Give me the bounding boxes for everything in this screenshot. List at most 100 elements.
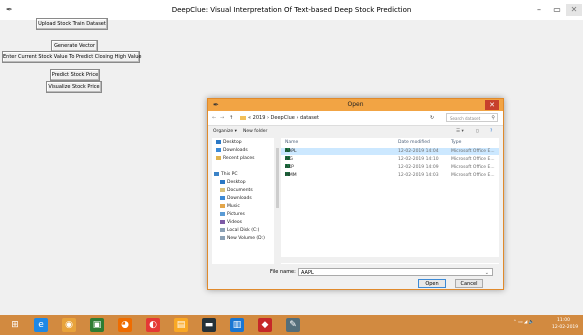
nav-item-label: Desktop [223, 140, 242, 145]
clock-date[interactable]: 12-02-2019 [552, 325, 578, 330]
nav-item-label: Videos [227, 220, 242, 225]
terminal-icon[interactable]: ▬ [202, 318, 216, 332]
firefox-icon[interactable]: ◕ [118, 318, 132, 332]
recent-places-icon [216, 155, 221, 160]
back-icon[interactable]: ← [212, 114, 216, 122]
scrollbar-thumb[interactable] [276, 148, 279, 208]
column-header-type[interactable]: Type [451, 139, 461, 146]
dialog-close-button[interactable]: ✕ [485, 100, 499, 110]
search-icon: ⚲ [491, 115, 495, 121]
file-date: 12-02-2019 14:09 [398, 165, 439, 170]
forward-icon[interactable]: → [220, 114, 224, 122]
dialog-toolbar: Organize ▾ New folder ☰ ▾ ▯ ? [208, 126, 503, 137]
file-date: 12-02-2019 14:03 [398, 173, 439, 178]
search-placeholder: Search dataset [450, 116, 481, 121]
file-name: AIG [285, 157, 293, 162]
clock-time[interactable]: 11:00 [557, 318, 570, 323]
nav-item-music[interactable]: Music [220, 203, 240, 210]
media-icon[interactable]: ◐ [146, 318, 160, 332]
address-bar: ← → ↑ « 2019 › DeepClue › dataset ↻ Sear… [208, 111, 503, 126]
file-row[interactable]: AXP 12-02-2019 14:09 Microsoft Office E.… [281, 164, 499, 171]
visualize-price-button[interactable]: Visualize Stock Price [46, 81, 102, 93]
disk-icon [220, 227, 225, 232]
close-button[interactable]: ✕ [566, 4, 582, 16]
file-date: 12-02-2019 14:10 [398, 157, 439, 162]
cancel-button[interactable]: Cancel [455, 279, 483, 288]
nav-item-label: Pictures [227, 212, 245, 217]
nav-item-videos[interactable]: Videos [220, 219, 242, 226]
chrome-icon[interactable]: ◉ [62, 318, 76, 332]
navigation-scrollbar[interactable] [275, 138, 280, 264]
file-date: 12-02-2019 14:04 [398, 149, 439, 154]
feather-app-icon[interactable]: ✎ [286, 318, 300, 332]
file-type: Microsoft Office E... [451, 165, 495, 170]
nav-item-label: Downloads [227, 196, 252, 201]
preview-pane-icon[interactable]: ▯ [476, 128, 478, 135]
music-icon [220, 203, 225, 208]
file-type: Microsoft Office E... [451, 157, 495, 162]
nav-item-documents[interactable]: Documents [220, 187, 253, 194]
column-header-name[interactable]: Name [285, 139, 298, 146]
file-name: AXP [285, 165, 294, 170]
breadcrumb[interactable]: « 2019 › DeepClue › dataset [240, 114, 410, 122]
help-icon[interactable]: ? [490, 128, 492, 135]
predict-price-button[interactable]: Predict Stock Price [50, 69, 100, 81]
excel-icon[interactable]: ▣ [90, 318, 104, 332]
file-name: MMM [285, 173, 297, 178]
dialog-title: Open [347, 101, 364, 108]
file-row[interactable]: MMM 12-02-2019 14:03 Microsoft Office E.… [281, 172, 499, 179]
nav-item-new-volume[interactable]: New Volume (D:) [220, 235, 265, 242]
nav-item-label: This PC [221, 172, 238, 177]
search-input[interactable]: Search dataset ⚲ [446, 113, 498, 122]
nav-item-label: Downloads [223, 148, 248, 153]
nav-item-label: Recent places [223, 156, 255, 161]
open-button[interactable]: Open [418, 279, 446, 288]
file-type: Microsoft Office E... [451, 173, 495, 178]
file-list: Name Date modified Type AAPL 12-02-2019 … [281, 138, 499, 264]
documents-icon [220, 187, 225, 192]
column-header-date[interactable]: Date modified [398, 139, 430, 146]
system-tray-icons[interactable]: ⌃ ▭ ◢ 🔈 [513, 320, 534, 325]
nav-item-recent-places[interactable]: Recent places [216, 155, 254, 162]
breadcrumb-path: « 2019 › DeepClue › dataset [248, 115, 319, 121]
horizontal-scrollbar[interactable] [281, 257, 499, 263]
current-value-label: Enter Current Stock Value To Predict Clo… [2, 51, 141, 63]
file-row[interactable]: AIG 12-02-2019 14:10 Microsoft Office E.… [281, 156, 499, 163]
maximize-button[interactable]: ▭ [549, 4, 565, 16]
nav-item-desktop[interactable]: Desktop [216, 139, 242, 146]
view-options-icon[interactable]: ☰ ▾ [456, 128, 464, 135]
nav-item-desktop-pc[interactable]: Desktop [220, 179, 246, 186]
nav-item-local-disk[interactable]: Local Disk (C:) [220, 227, 259, 234]
app-titlebar: ✒ DeepClue: Visual Interpretation Of Tex… [0, 0, 583, 20]
file-name: AAPL [285, 149, 297, 154]
file-name-input[interactable]: AAPL ⌄ [298, 268, 493, 276]
start-icon[interactable]: ⊞ [8, 318, 22, 332]
app-icon[interactable]: ◆ [258, 318, 272, 332]
videos-icon [220, 219, 225, 224]
new-folder-button[interactable]: New folder [243, 128, 267, 135]
open-file-dialog: ✒ Open ✕ ← → ↑ « 2019 › DeepClue › datas… [207, 98, 504, 290]
nav-item-label: Documents [227, 188, 253, 193]
organize-button[interactable]: Organize ▾ [213, 128, 237, 135]
nav-item-label: Local Disk (C:) [227, 228, 260, 233]
up-icon[interactable]: ↑ [229, 114, 233, 122]
nav-item-pictures[interactable]: Pictures [220, 211, 245, 218]
navigation-pane: Desktop Downloads Recent places This PC … [212, 138, 274, 264]
downloads-icon [220, 195, 225, 200]
nav-item-downloads-pc[interactable]: Downloads [220, 195, 252, 202]
python-idle-icon[interactable]: ▥ [230, 318, 244, 332]
file-row[interactable]: AAPL 12-02-2019 14:04 Microsoft Office E… [281, 148, 499, 155]
refresh-icon[interactable]: ↻ [430, 114, 434, 122]
taskbar: ⊞ e ◉ ▣ ◕ ◐ ▤ ▬ ▥ ◆ ✎ ⌃ ▭ ◢ 🔈 11:00 12-0… [0, 315, 583, 335]
minimize-button[interactable]: – [531, 4, 547, 16]
computer-icon [214, 171, 219, 176]
file-explorer-icon[interactable]: ▤ [174, 318, 188, 332]
internet-explorer-icon[interactable]: e [34, 318, 48, 332]
folder-icon [240, 115, 246, 120]
upload-dataset-button[interactable]: Upload Stock Train Dataset [36, 18, 108, 30]
nav-item-this-pc[interactable]: This PC [214, 171, 237, 178]
nav-item-downloads[interactable]: Downloads [216, 147, 248, 154]
disk-icon [220, 235, 225, 240]
dialog-titlebar: ✒ Open ✕ [208, 99, 503, 111]
chevron-down-icon[interactable]: ⌄ [485, 269, 489, 277]
